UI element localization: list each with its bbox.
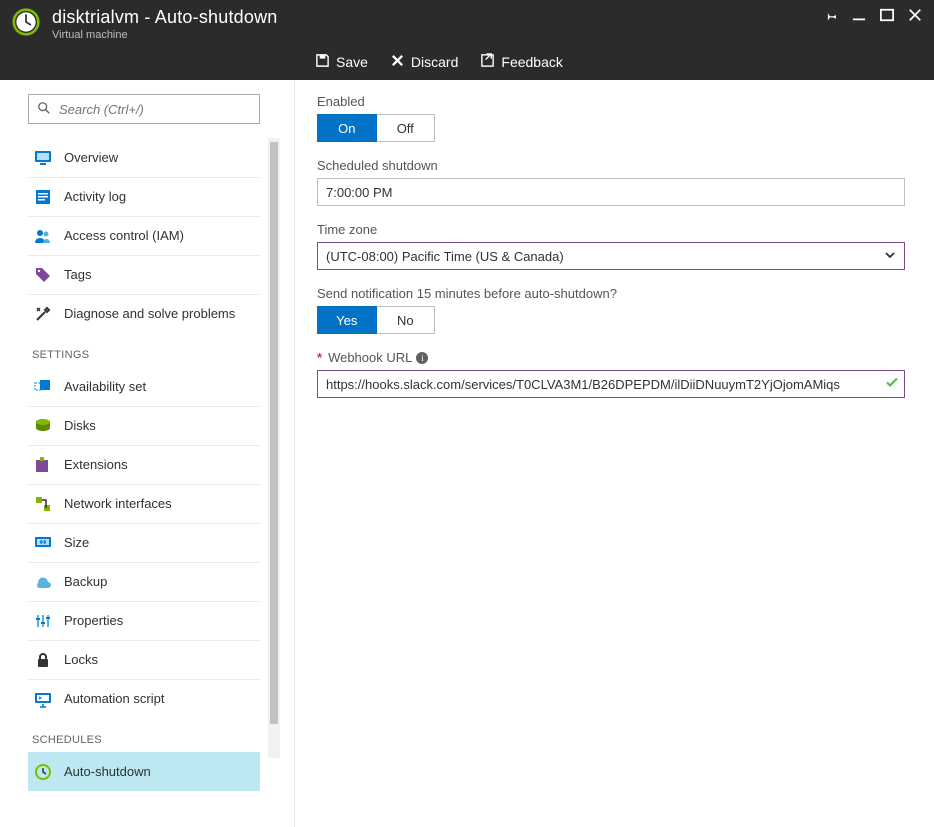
sidebar-section-schedules: SCHEDULES <box>28 718 260 752</box>
chevron-down-icon <box>884 249 896 264</box>
sidebar-item-access-control[interactable]: Access control (IAM) <box>28 216 260 255</box>
sidebar-item-label: Disks <box>64 418 96 433</box>
webhook-label: Webhook URL <box>328 350 412 365</box>
sidebar-item-label: Size <box>64 535 89 550</box>
save-label: Save <box>336 54 368 70</box>
sidebar-item-label: Network interfaces <box>64 496 172 511</box>
properties-icon <box>34 612 52 630</box>
scrollbar-thumb[interactable] <box>270 142 278 724</box>
notify-label: Send notification 15 minutes before auto… <box>317 286 912 301</box>
sidebar-section-settings: SETTINGS <box>28 333 260 367</box>
enabled-off[interactable]: Off <box>377 114 436 142</box>
enabled-label: Enabled <box>317 94 912 109</box>
discard-icon <box>390 53 405 71</box>
size-icon <box>34 534 52 552</box>
page-title: disktrialvm - Auto-shutdown <box>52 6 824 28</box>
info-icon[interactable]: i <box>416 352 428 364</box>
feedback-label: Feedback <box>501 54 562 70</box>
sidebar-scrollbar[interactable] <box>268 138 280 758</box>
people-icon <box>34 227 52 245</box>
timezone-label: Time zone <box>317 222 912 237</box>
disks-icon <box>34 417 52 435</box>
discard-button[interactable]: Discard <box>390 53 458 71</box>
monitor-icon <box>34 149 52 167</box>
sidebar-item-properties[interactable]: Properties <box>28 601 260 640</box>
save-icon <box>315 53 330 71</box>
pin-icon[interactable] <box>824 8 838 25</box>
sidebar-item-availability-set[interactable]: Availability set <box>28 367 260 406</box>
sidebar-item-label: Backup <box>64 574 107 589</box>
sidebar-item-label: Automation script <box>64 691 164 706</box>
sidebar-item-overview[interactable]: Overview <box>28 138 260 177</box>
sidebar-item-activity-log[interactable]: Activity log <box>28 177 260 216</box>
sidebar-item-label: Access control (IAM) <box>64 228 184 243</box>
timezone-select[interactable]: (UTC-08:00) Pacific Time (US & Canada) <box>317 242 905 270</box>
backup-icon <box>34 573 52 591</box>
sidebar-item-tags[interactable]: Tags <box>28 255 260 294</box>
puzzle-icon <box>34 456 52 474</box>
maximize-icon[interactable] <box>880 8 894 25</box>
sidebar-item-label: Auto-shutdown <box>64 764 151 779</box>
notify-toggle[interactable]: Yes No <box>317 306 435 334</box>
search-field[interactable] <box>57 101 251 118</box>
page-subtitle: Virtual machine <box>52 28 824 42</box>
script-icon <box>34 690 52 708</box>
notify-no[interactable]: No <box>377 306 436 334</box>
sidebar-item-label: Properties <box>64 613 123 628</box>
sidebar-item-backup[interactable]: Backup <box>28 562 260 601</box>
lock-icon <box>34 651 52 669</box>
required-asterisk: * <box>317 350 322 365</box>
sidebar-item-label: Extensions <box>64 457 128 472</box>
timezone-value: (UTC-08:00) Pacific Time (US & Canada) <box>326 249 564 264</box>
sidebar-item-label: Activity log <box>64 189 126 204</box>
minimize-icon[interactable] <box>852 8 866 25</box>
feedback-button[interactable]: Feedback <box>480 53 562 71</box>
wrench-icon <box>34 305 52 323</box>
webhook-input[interactable] <box>317 370 905 398</box>
sidebar-item-extensions[interactable]: Extensions <box>28 445 260 484</box>
clock-small-icon <box>34 763 52 781</box>
sidebar-item-network-interfaces[interactable]: Network interfaces <box>28 484 260 523</box>
notify-yes[interactable]: Yes <box>317 306 377 334</box>
sidebar-item-label: Availability set <box>64 379 146 394</box>
sidebar-item-disks[interactable]: Disks <box>28 406 260 445</box>
search-input[interactable] <box>28 94 260 124</box>
log-icon <box>34 188 52 206</box>
availability-icon <box>34 378 52 396</box>
save-button[interactable]: Save <box>315 53 368 71</box>
sidebar-item-label: Diagnose and solve problems <box>64 306 235 321</box>
scheduled-shutdown-label: Scheduled shutdown <box>317 158 912 173</box>
sidebar-item-locks[interactable]: Locks <box>28 640 260 679</box>
clock-icon <box>12 8 40 36</box>
sidebar-item-automation-script[interactable]: Automation script <box>28 679 260 718</box>
sidebar-item-size[interactable]: Size <box>28 523 260 562</box>
enabled-toggle[interactable]: On Off <box>317 114 435 142</box>
feedback-icon <box>480 53 495 71</box>
check-icon <box>885 376 899 393</box>
sidebar-item-diagnose[interactable]: Diagnose and solve problems <box>28 294 260 333</box>
tag-icon <box>34 266 52 284</box>
scheduled-shutdown-input[interactable] <box>317 178 905 206</box>
network-icon <box>34 495 52 513</box>
enabled-on[interactable]: On <box>317 114 377 142</box>
sidebar-item-label: Tags <box>64 267 91 282</box>
sidebar-item-label: Overview <box>64 150 118 165</box>
sidebar-item-label: Locks <box>64 652 98 667</box>
sidebar-item-auto-shutdown[interactable]: Auto-shutdown <box>28 752 260 791</box>
discard-label: Discard <box>411 54 458 70</box>
close-icon[interactable] <box>908 8 922 25</box>
search-icon <box>37 101 57 118</box>
